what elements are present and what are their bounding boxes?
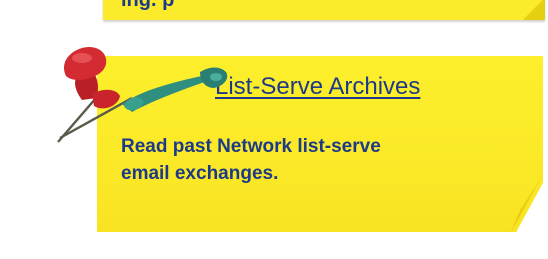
sticky-note-top-fold — [523, 0, 545, 20]
sticky-note-top-text: ing. p — [121, 0, 175, 11]
red-push-pin-icon — [57, 46, 120, 143]
page: ing. p List-Serve Archives Read past Net… — [0, 0, 548, 259]
sticky-note-top: ing. p — [103, 0, 545, 20]
push-pin-icon — [57, 46, 228, 143]
